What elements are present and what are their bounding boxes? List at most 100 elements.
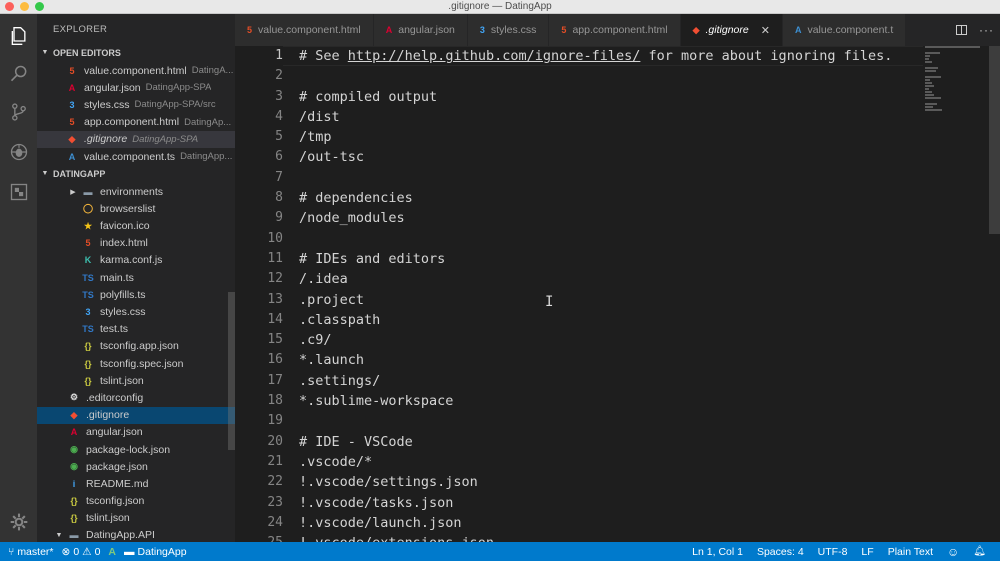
code-line: # IDE - VSCode bbox=[299, 433, 413, 450]
line-number: 6 bbox=[275, 149, 283, 165]
indentation[interactable]: Spaces: 4 bbox=[757, 546, 804, 558]
file-tree-item[interactable]: 3 styles.css bbox=[37, 303, 235, 320]
open-editor-item[interactable]: Avalue.component.ts DatingApp... bbox=[37, 148, 235, 165]
search-icon[interactable] bbox=[0, 58, 37, 90]
folder-icon: ▬ bbox=[124, 545, 135, 558]
code-line: # compiled output bbox=[299, 88, 438, 105]
info-file-icon: i bbox=[72, 478, 76, 489]
file-tree-label: index.html bbox=[100, 237, 148, 250]
code-line: *.launch bbox=[299, 352, 365, 369]
file-tree-item[interactable]: ★ favicon.ico bbox=[37, 218, 235, 235]
file-tree-item[interactable]: {} tsconfig.json bbox=[37, 493, 235, 510]
open-editor-path: DatingApp-SPA/src bbox=[134, 99, 216, 111]
file-tree-item[interactable]: TS test.ts bbox=[37, 321, 235, 338]
file-tree-item[interactable]: Kkarma.conf.js bbox=[37, 252, 235, 269]
warning-count: 0 bbox=[94, 545, 101, 558]
close-icon[interactable]: ✕ bbox=[761, 24, 770, 37]
file-tree-item[interactable]: ◆ .gitignore bbox=[37, 406, 235, 424]
project-header[interactable]: ▼ DATINGAPP bbox=[37, 165, 235, 183]
angular-ts-file-icon: A bbox=[68, 151, 76, 162]
open-editor-item[interactable]: 5 app.component.html DatingAp... bbox=[37, 114, 235, 131]
branch-indicator[interactable]: ⑂ master* bbox=[8, 546, 54, 558]
file-tree-label: styles.css bbox=[100, 306, 146, 319]
open-editor-path: DatingAp... bbox=[184, 116, 232, 128]
language-mode[interactable]: Plain Text bbox=[888, 546, 933, 558]
open-editors-header[interactable]: ▼ OPEN EDITORS bbox=[37, 44, 235, 62]
extensions-icon[interactable] bbox=[0, 176, 37, 208]
explorer-sidebar: EXPLORER ▼ OPEN EDITORS 5 value.component… bbox=[37, 14, 235, 542]
open-editor-label: styles.css bbox=[84, 98, 130, 111]
file-tree-item[interactable]: ▶ ▬ environments bbox=[37, 183, 235, 200]
settings-gear-icon[interactable] bbox=[0, 506, 37, 538]
explorer-title: EXPLORER bbox=[53, 24, 108, 35]
folder-icon: ▬ bbox=[83, 186, 93, 197]
angular-status-icon[interactable]: A bbox=[108, 546, 116, 558]
explorer-icon[interactable] bbox=[0, 20, 37, 52]
editor-tab[interactable]: 5 value.component.html bbox=[235, 14, 374, 46]
open-editor-item[interactable]: 5 value.component.html DatingA... bbox=[37, 62, 235, 79]
line-number: 16 bbox=[267, 352, 283, 368]
editor-tabs: 5 value.component.html Aangular.json 3 style… bbox=[235, 14, 1000, 46]
json-file-icon: {} bbox=[84, 341, 92, 352]
css-file-icon: 3 bbox=[69, 99, 75, 110]
file-tree-item[interactable]: TS main.ts bbox=[37, 269, 235, 286]
open-editor-item[interactable]: ◆ .gitignore DatingApp-SPA bbox=[37, 130, 235, 148]
file-tree-item[interactable]: Aangular.json bbox=[37, 424, 235, 441]
tab-label: value.component.t bbox=[807, 24, 894, 36]
file-tree-label: polyfills.ts bbox=[100, 288, 146, 301]
debug-icon[interactable] bbox=[0, 136, 37, 168]
file-tree-item[interactable]: {} tsconfig.spec.json bbox=[37, 355, 235, 372]
file-tree-label: .gitignore bbox=[86, 409, 130, 422]
open-editor-item[interactable]: Aangular.json DatingApp-SPA bbox=[37, 79, 235, 96]
file-tree-item[interactable]: ▼ ▬ DatingApp.API bbox=[37, 527, 235, 542]
encoding[interactable]: UTF-8 bbox=[818, 546, 848, 558]
editor-tab[interactable]: ◆ .gitignore ✕ bbox=[680, 14, 783, 46]
code-line: /dist bbox=[299, 108, 340, 125]
sidebar-scrollbar[interactable] bbox=[228, 292, 235, 450]
source-control-icon[interactable] bbox=[0, 96, 37, 128]
more-actions-icon[interactable]: ··· bbox=[979, 23, 994, 37]
file-tree-item[interactable]: ◉ package.json bbox=[37, 458, 235, 475]
file-tree-item[interactable]: {} tslint.json bbox=[37, 510, 235, 527]
file-tree-item[interactable]: {} tslint.json bbox=[37, 372, 235, 389]
file-tree-item[interactable]: TS polyfills.ts bbox=[37, 286, 235, 303]
editor-tab[interactable]: Avalue.component.t bbox=[782, 14, 907, 46]
open-editor-item[interactable]: 3 styles.css DatingApp-SPA/src bbox=[37, 96, 235, 113]
html-file-icon: 5 bbox=[247, 25, 253, 35]
file-tree-item[interactable]: ◯ browserslist bbox=[37, 200, 235, 217]
line-number: 7 bbox=[275, 169, 283, 185]
editor-tab[interactable]: Aangular.json bbox=[373, 14, 468, 46]
problems-indicator[interactable]: ⊗ 0 ⚠ 0 bbox=[62, 546, 101, 558]
code-link[interactable]: http://help.github.com/ignore-files/ bbox=[348, 48, 641, 64]
code-content[interactable]: # See http://help.github.com/ignore-file… bbox=[299, 46, 919, 542]
line-number: 23 bbox=[267, 494, 283, 510]
minimap[interactable] bbox=[925, 46, 987, 126]
workspace-folder-name: DatingApp bbox=[137, 545, 187, 558]
html-file-icon: 5 bbox=[561, 25, 567, 35]
file-tree-label: README.md bbox=[86, 477, 149, 490]
cursor-position[interactable]: Ln 1, Col 1 bbox=[692, 546, 743, 558]
line-number-gutter: 1234567891011121314151617181920212223242… bbox=[235, 46, 283, 542]
end-of-line[interactable]: LF bbox=[861, 546, 873, 558]
file-tree-item[interactable]: 5 index.html bbox=[37, 235, 235, 252]
error-count: 0 bbox=[73, 545, 80, 558]
line-number: 2 bbox=[275, 68, 283, 84]
editor-scrollbar[interactable] bbox=[989, 46, 1000, 234]
code-editor[interactable]: 1234567891011121314151617181920212223242… bbox=[235, 46, 1000, 542]
notifications-bell-icon[interactable]: 🔔︎ bbox=[973, 546, 986, 557]
window-title: .gitignore — DatingApp bbox=[448, 1, 552, 12]
feedback-smiley-icon[interactable]: ☺ bbox=[947, 545, 959, 559]
line-number: 11 bbox=[267, 250, 283, 266]
file-tree-label: package.json bbox=[86, 460, 148, 473]
editor-tab[interactable]: 3 styles.css bbox=[467, 14, 550, 46]
text-cursor-icon: I bbox=[545, 294, 554, 310]
json-file-icon: {} bbox=[70, 496, 78, 507]
file-tree-item[interactable]: ⚙ .editorconfig bbox=[37, 389, 235, 406]
file-tree-item[interactable]: i README.md bbox=[37, 475, 235, 492]
split-editor-icon[interactable] bbox=[956, 25, 967, 35]
editor-tab[interactable]: 5 app.component.html bbox=[549, 14, 681, 46]
code-line: .settings/ bbox=[299, 372, 381, 389]
workspace-folder[interactable]: ▬ DatingApp bbox=[124, 546, 187, 558]
file-tree-item[interactable]: ◉ package-lock.json bbox=[37, 441, 235, 458]
file-tree-item[interactable]: {} tsconfig.app.json bbox=[37, 338, 235, 355]
